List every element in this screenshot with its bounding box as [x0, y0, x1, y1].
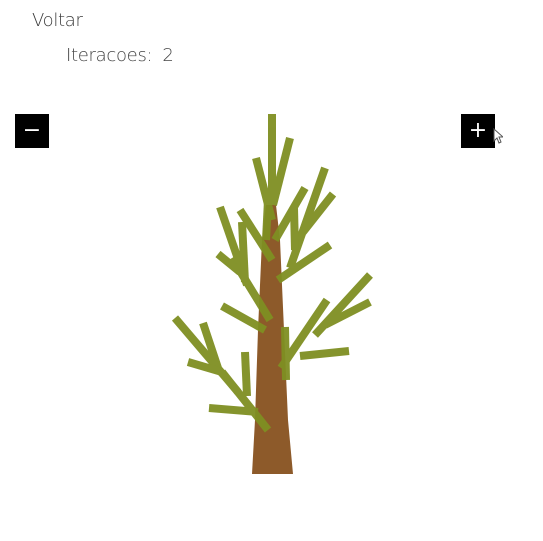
branch [299, 347, 350, 360]
branch [262, 199, 272, 241]
fractal-tree-canvas [171, 114, 373, 474]
branch [238, 221, 249, 283]
branch [208, 404, 259, 416]
branch [241, 351, 251, 397]
branch [281, 326, 290, 381]
branch [275, 241, 333, 284]
